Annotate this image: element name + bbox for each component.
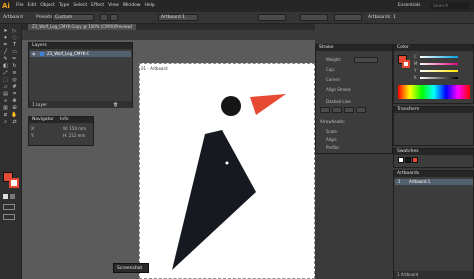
swatch-red[interactable]: [412, 157, 418, 163]
stroke-tab[interactable]: Stroke: [316, 45, 392, 51]
artwork-body[interactable]: [172, 130, 256, 270]
layers-count: 1 Layer: [32, 102, 47, 107]
dash-fields: [320, 107, 390, 115]
info-tabs: Navigator Info: [29, 117, 93, 123]
scale-label: Scale:: [326, 129, 339, 134]
color-tab[interactable]: Color: [394, 45, 473, 51]
artboards-count-label: 1 Artboard: [397, 272, 419, 277]
dashed-line-checkbox[interactable]: Dashed Line: [326, 99, 351, 104]
color-stroke-icon[interactable]: [402, 60, 410, 68]
stroke-panel: Stroke Weight: Cap: Corner: Align Stroke…: [315, 44, 393, 154]
layers-panel: Layers ◉ Z3_Wolf_Log_CMYK-C 1 Layer 🗑: [28, 42, 133, 108]
transform-tab[interactable]: Transform: [394, 107, 473, 113]
layer-row[interactable]: ◉ Z3_Wolf_Log_CMYK-C: [30, 51, 131, 57]
swatches-panel: Swatches: [393, 148, 474, 168]
dash-field[interactable]: [320, 107, 330, 113]
artboards-tab[interactable]: Artboards: [394, 171, 473, 177]
y-slider[interactable]: [420, 70, 458, 72]
transform-panel: Transform: [393, 106, 474, 146]
tab-info[interactable]: Info: [60, 117, 69, 123]
stroke-weight-field[interactable]: [354, 57, 378, 63]
stroke-cap-label: Cap:: [326, 67, 336, 72]
artwork-eye-circle[interactable]: [221, 96, 241, 116]
swatch-row: [398, 157, 418, 163]
color-m-label: M: [414, 61, 418, 66]
trash-icon[interactable]: 🗑: [113, 101, 118, 108]
layers-tab[interactable]: Layers: [29, 43, 132, 49]
artwork-anchor-point: [225, 161, 229, 165]
arrow-align-label: Align:: [326, 137, 338, 142]
screenshot-tooltip: Screenshot: [113, 263, 149, 273]
artwork-beak[interactable]: [250, 94, 286, 115]
layers-footer: 1 Layer 🗑: [29, 101, 132, 108]
tab-navigator[interactable]: Navigator: [32, 117, 54, 123]
m-slider[interactable]: [420, 63, 458, 65]
color-panel: Color C M Y K: [393, 44, 474, 104]
eye-icon[interactable]: ◉: [32, 52, 36, 56]
stroke-weight-label: Weight:: [326, 57, 342, 62]
color-spectrum[interactable]: [398, 85, 470, 99]
info-w: W: 150 mm: [63, 126, 87, 131]
k-slider[interactable]: [420, 77, 458, 79]
swatch-white[interactable]: [398, 157, 404, 163]
artboards-panel: Artboards 1 Artboard 1 1 Artboard: [393, 170, 474, 279]
color-k-label: K: [414, 75, 417, 80]
tooltip-text: Screenshot: [117, 266, 143, 271]
color-c-label: C: [414, 54, 417, 59]
info-h: H: 212 mm: [63, 133, 86, 138]
artboard-index: 1: [398, 179, 401, 184]
color-y-label: Y: [414, 68, 417, 73]
info-y: Y:: [31, 133, 35, 138]
arrowheads-label: Arrowheads:: [320, 119, 346, 124]
info-panel: Navigator Info X: Y: W: 150 mm H: 212 mm: [28, 116, 94, 146]
artboard-list-item[interactable]: 1 Artboard 1: [395, 179, 473, 185]
dash-field[interactable]: [344, 107, 354, 113]
swatch-black[interactable]: [405, 157, 411, 163]
swatches-tab[interactable]: Swatches: [394, 149, 473, 155]
layer-color-icon: [40, 52, 44, 56]
artboards-footer: 1 Artboard: [394, 271, 473, 279]
stroke-corner-label: Corner:: [326, 77, 341, 82]
stroke-align-label: Align Stroke:: [326, 87, 352, 92]
artboard-name: Artboard 1: [409, 179, 431, 184]
gap-field[interactable]: [356, 107, 366, 113]
profile-label: Profile:: [326, 145, 340, 150]
c-slider[interactable]: [420, 56, 458, 58]
info-x: X:: [31, 126, 36, 131]
layer-name: Z3_Wolf_Log_CMYK-C: [47, 51, 90, 56]
gap-field[interactable]: [332, 107, 342, 113]
